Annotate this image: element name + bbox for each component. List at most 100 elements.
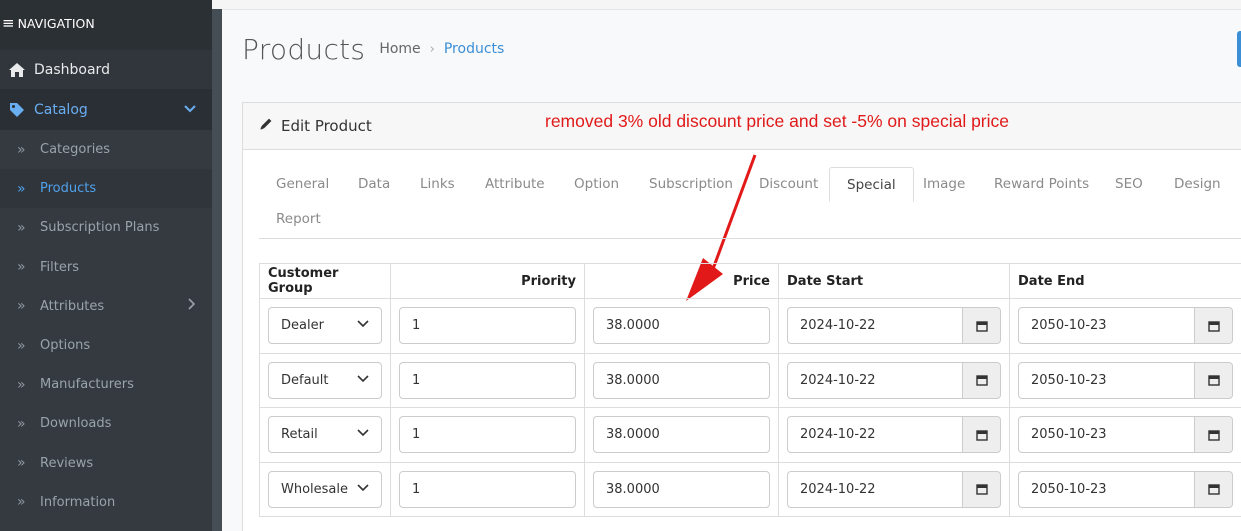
customer-group-value: Dealer xyxy=(281,318,324,334)
double-chevron-icon: » xyxy=(17,494,26,511)
table-row: Default 1 38.0000 2024-10-22 2050-10-23 xyxy=(259,352,1241,408)
priority-input[interactable]: 1 xyxy=(399,307,576,345)
tab-image[interactable]: Image xyxy=(906,167,982,202)
sidebar-item-label: Filters xyxy=(40,259,79,275)
date-start-input[interactable]: 2024-10-22 xyxy=(787,307,964,345)
sidebar-item-dashboard[interactable]: Dashboard xyxy=(0,50,212,90)
sidebar-item-label: Dashboard xyxy=(34,61,110,78)
tab-bar: General Data Links Attribute Option Subs… xyxy=(259,167,1241,239)
date-start-input[interactable]: 2024-10-22 xyxy=(787,361,964,399)
sidebar-item-options[interactable]: » Options xyxy=(0,326,212,365)
tab-report[interactable]: Report xyxy=(259,202,338,237)
tab-option[interactable]: Option xyxy=(557,167,636,202)
double-chevron-icon: » xyxy=(17,376,26,393)
home-icon xyxy=(6,62,28,78)
sidebar-item-downloads[interactable]: » Downloads xyxy=(0,404,212,443)
sidebar-item-label: Categories xyxy=(40,142,111,158)
sidebar-item-attributes[interactable]: » Attributes xyxy=(0,287,212,326)
column-header-date-start: Date Start xyxy=(778,263,1010,299)
chevron-down-icon xyxy=(357,426,369,441)
tab-attribute[interactable]: Attribute xyxy=(468,167,562,202)
double-chevron-icon: » xyxy=(17,455,26,472)
calendar-icon[interactable] xyxy=(963,470,1001,508)
calendar-icon[interactable] xyxy=(1195,416,1233,454)
customer-group-value: Retail xyxy=(281,427,318,443)
price-input[interactable]: 38.0000 xyxy=(593,416,770,454)
sidebar-item-manufacturers[interactable]: » Manufacturers xyxy=(0,365,212,404)
sidebar-item-products[interactable]: » Products xyxy=(0,169,212,209)
chevron-down-icon xyxy=(357,372,369,387)
date-end-input[interactable]: 2050-10-23 xyxy=(1018,470,1195,508)
tab-discount[interactable]: Discount xyxy=(742,167,835,202)
menu-icon[interactable]: ≡ xyxy=(2,14,15,32)
sidebar-item-label: Reviews xyxy=(40,455,94,471)
tab-subscription[interactable]: Subscription xyxy=(632,167,750,202)
priority-input[interactable]: 1 xyxy=(399,416,576,454)
calendar-icon[interactable] xyxy=(963,307,1001,345)
column-header-customer-group: Customer Group xyxy=(259,263,391,299)
double-chevron-icon: » xyxy=(17,259,26,276)
breadcrumb-separator-icon: › xyxy=(429,41,435,57)
table-row: Wholesale 1 38.0000 2024-10-22 2050-10-2… xyxy=(259,461,1241,517)
double-chevron-icon: » xyxy=(17,219,26,236)
calendar-icon[interactable] xyxy=(1195,307,1233,345)
special-price-table: Customer Group Priority Price Date Start… xyxy=(259,263,1241,517)
column-header-price: Price xyxy=(584,263,779,299)
priority-input[interactable]: 1 xyxy=(399,470,576,508)
page-header: Products Home › Products xyxy=(222,10,1241,88)
nav-header-label: NAVIGATION xyxy=(17,15,95,31)
sidebar-scrollbar[interactable] xyxy=(212,9,222,531)
price-input[interactable]: 38.0000 xyxy=(593,470,770,508)
calendar-icon[interactable] xyxy=(963,416,1001,454)
tab-reward-points[interactable]: Reward Points xyxy=(977,167,1106,202)
sidebar-item-subscription-plans[interactable]: » Subscription Plans xyxy=(0,208,212,247)
date-end-input[interactable]: 2050-10-23 xyxy=(1018,361,1195,399)
column-header-date-end: Date End xyxy=(1009,263,1241,299)
date-start-input[interactable]: 2024-10-22 xyxy=(787,416,964,454)
page-title: Products xyxy=(242,32,366,66)
breadcrumb-home[interactable]: Home xyxy=(379,41,420,57)
date-end-input[interactable]: 2050-10-23 xyxy=(1018,307,1195,345)
chevron-down-icon xyxy=(184,102,196,117)
tab-general[interactable]: General xyxy=(259,167,346,202)
sidebar-item-reviews[interactable]: » Reviews xyxy=(0,444,212,483)
price-input[interactable]: 38.0000 xyxy=(593,307,770,345)
calendar-icon[interactable] xyxy=(1195,470,1233,508)
double-chevron-icon: » xyxy=(17,298,26,315)
sidebar-item-label: Manufacturers xyxy=(40,377,134,393)
sidebar-item-label: Products xyxy=(40,181,97,197)
main-content: Products Home › Products Edit Product re… xyxy=(222,9,1241,531)
calendar-icon[interactable] xyxy=(1195,361,1233,399)
date-start-input[interactable]: 2024-10-22 xyxy=(787,470,964,508)
tab-design[interactable]: Design xyxy=(1157,167,1238,202)
pencil-icon xyxy=(259,117,273,135)
edit-product-card: Edit Product removed 3% old discount pri… xyxy=(242,102,1241,531)
sidebar-item-label: Catalog xyxy=(34,101,88,118)
table-row: Retail 1 38.0000 2024-10-22 2050-10-23 xyxy=(259,407,1241,463)
double-chevron-icon: » xyxy=(17,141,26,158)
customer-group-select[interactable]: Wholesale xyxy=(268,470,382,508)
sidebar-item-categories[interactable]: » Categories xyxy=(0,130,212,169)
tab-data[interactable]: Data xyxy=(341,167,407,202)
price-input[interactable]: 38.0000 xyxy=(593,361,770,399)
customer-group-value: Default xyxy=(281,372,329,388)
date-end-input[interactable]: 2050-10-23 xyxy=(1018,416,1195,454)
card-title: Edit Product xyxy=(281,117,372,135)
customer-group-select[interactable]: Dealer xyxy=(268,307,382,345)
tab-links[interactable]: Links xyxy=(403,167,472,202)
double-chevron-icon: » xyxy=(17,180,26,197)
table-row: Dealer 1 38.0000 2024-10-22 2050-10-23 xyxy=(259,298,1241,354)
tab-special[interactable]: Special xyxy=(829,167,914,202)
sidebar-item-label: Options xyxy=(40,338,91,354)
customer-group-select[interactable]: Default xyxy=(268,361,382,399)
sidebar-item-information[interactable]: » Information xyxy=(0,483,212,522)
double-chevron-icon: » xyxy=(17,415,26,432)
priority-input[interactable]: 1 xyxy=(399,361,576,399)
calendar-icon[interactable] xyxy=(963,361,1001,399)
breadcrumb-products[interactable]: Products xyxy=(444,41,504,57)
sidebar-item-catalog[interactable]: Catalog xyxy=(0,90,212,130)
customer-group-select[interactable]: Retail xyxy=(268,416,382,454)
sidebar-item-filters[interactable]: » Filters xyxy=(0,248,212,287)
action-button[interactable] xyxy=(1237,31,1241,67)
tab-seo[interactable]: SEO xyxy=(1098,167,1160,202)
